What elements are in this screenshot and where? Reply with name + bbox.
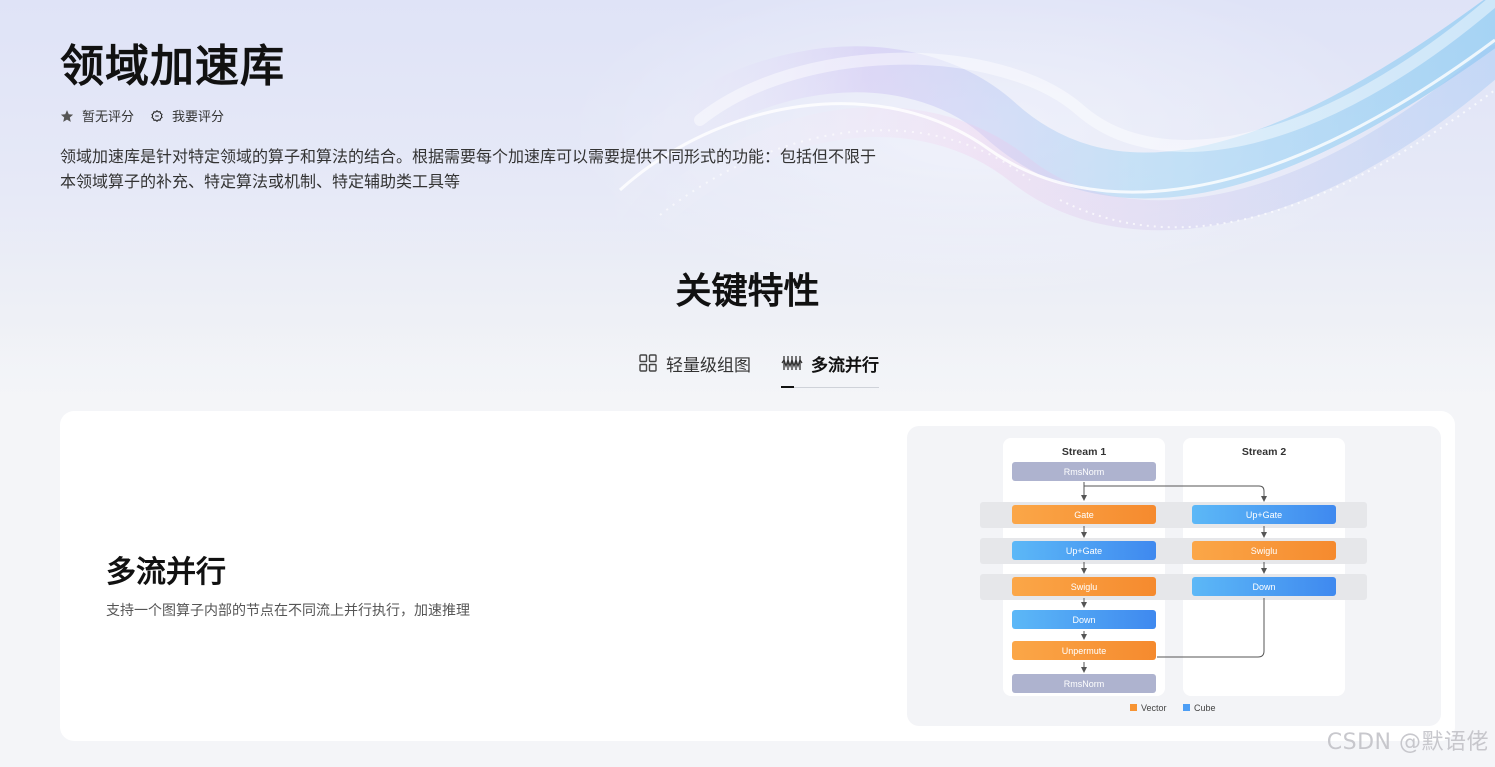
watermark: CSDN @默语佬	[1326, 730, 1489, 755]
page-title: 领域加速库	[60, 41, 285, 92]
tab-label: 轻量级组图	[666, 355, 751, 376]
node-label: RmsNorm	[1064, 679, 1105, 689]
node-label: Swiglu	[1251, 546, 1278, 556]
node-label: Down	[1072, 615, 1095, 625]
node-label: Up+Gate	[1066, 546, 1102, 556]
multi-stream-diagram: Stream 1 Stream 2 RmsNorm Gate Up+Gate S…	[907, 426, 1441, 726]
legend-label: Vector	[1141, 703, 1167, 713]
grid-icon	[639, 354, 657, 372]
diagram-canvas: Stream 1 Stream 2 RmsNorm Gate Up+Gate S…	[980, 438, 1367, 713]
stream1-label: Stream 1	[1062, 446, 1107, 458]
rating-row: 暂无评分 我要评分	[60, 106, 240, 125]
legend-label: Cube	[1194, 703, 1216, 713]
node-label: Swiglu	[1071, 582, 1098, 592]
legend-swatch-vector	[1130, 704, 1137, 711]
tab-label: 多流并行	[811, 355, 879, 376]
library-description: 领域加速库是针对特定领域的算子和算法的结合。根据需要每个加速库可以需要提供不同形…	[60, 147, 877, 191]
feature-title: 多流并行	[106, 555, 226, 590]
section-title: 关键特性	[675, 271, 820, 312]
diagram-legend: Vector Cube	[1130, 703, 1216, 713]
node-label: RmsNorm	[1064, 467, 1105, 477]
tab-multi-stream[interactable]: 多流并行	[781, 346, 879, 388]
rate-button-label: 我要评分	[172, 110, 225, 125]
rating-text: 暂无评分	[82, 110, 135, 125]
rating-status: 暂无评分	[60, 106, 134, 125]
feature-tabs: 轻量级组图 多流并行	[638, 346, 879, 388]
stream2-label: Stream 2	[1242, 446, 1287, 458]
node-label: Down	[1252, 582, 1275, 592]
node-label: Up+Gate	[1246, 510, 1282, 520]
node-label: Unpermute	[1062, 646, 1107, 656]
star-icon	[60, 109, 74, 122]
feature-description: 支持一个图算子内部的节点在不同流上并行执行，加速推理	[106, 603, 470, 619]
feature-card: 多流并行 支持一个图算子内部的节点在不同流上并行执行，加速推理 Stream 1…	[60, 411, 1455, 741]
tab-lightweight-graph[interactable]: 轻量级组图	[638, 346, 751, 380]
waves-icon	[781, 356, 803, 370]
legend-swatch-cube	[1183, 704, 1190, 711]
rate-button[interactable]: 我要评分	[150, 106, 224, 125]
node-label: Gate	[1074, 510, 1094, 520]
badge-icon	[151, 109, 163, 122]
